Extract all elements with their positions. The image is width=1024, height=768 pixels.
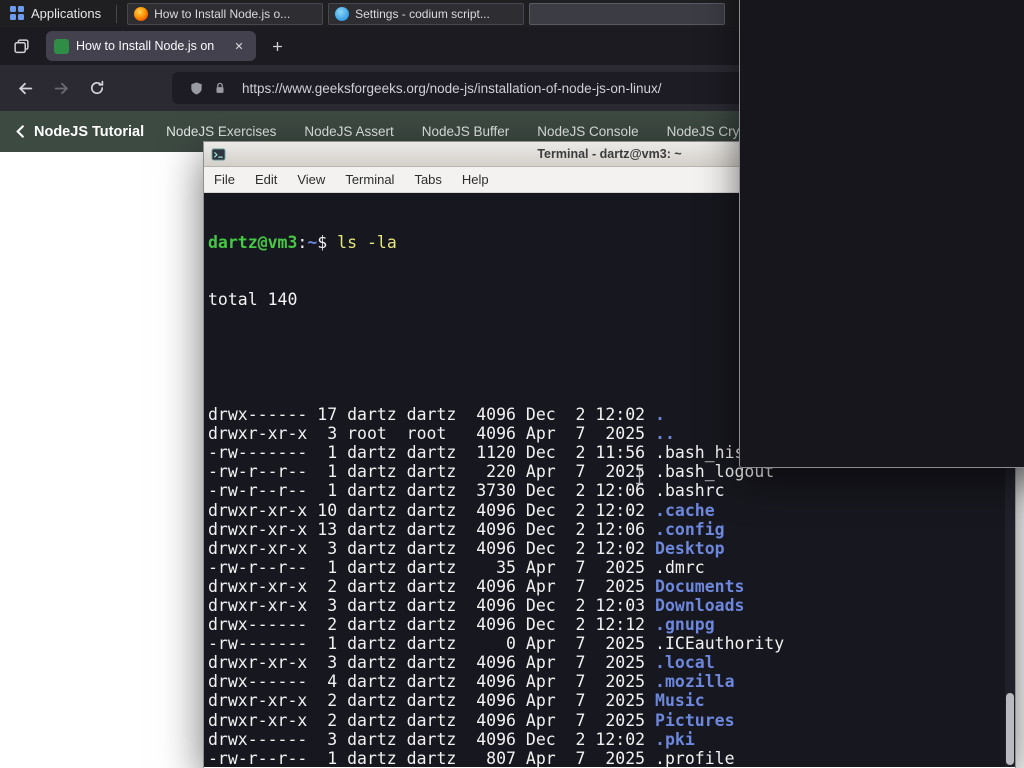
taskbar-window-button[interactable]: How to Install Node.js o...: [127, 2, 324, 25]
terminal-app-icon: [211, 147, 226, 162]
terminal-listing-row: -rw-r--r-- 1 dartz dartz 807 Apr 7 2025 …: [208, 748, 735, 767]
forward-button[interactable]: [46, 73, 76, 103]
terminal-listing-row: drwxr-xr-x 3 dartz dartz 4096 Dec 2 12:0…: [208, 538, 725, 558]
site-nav-link[interactable]: NodeJS Assert: [304, 124, 393, 139]
terminal-listing-row: drwxr-xr-x 10 dartz dartz 4096 Dec 2 12:…: [208, 500, 715, 520]
tracking-shield-icon[interactable]: [184, 76, 208, 100]
terminal-command: ls -la: [337, 233, 397, 253]
terminal-menu-item[interactable]: Tabs: [404, 172, 451, 187]
terminal-menu-item[interactable]: View: [287, 172, 335, 187]
tab-title: How to Install Node.js on: [76, 39, 215, 53]
terminal-listing-row: drwxr-xr-x 2 dartz dartz 4096 Apr 7 2025…: [208, 710, 735, 730]
terminal-listing-row: -rw-r--r-- 1 dartz dartz 35 Apr 7 2025 .…: [208, 557, 705, 577]
terminal-scrollbar-thumb[interactable]: [1006, 693, 1014, 765]
desktop-panel: Applications How to Install Node.js o...…: [0, 0, 1024, 468]
firefox-view-icon[interactable]: [6, 32, 36, 60]
terminal-listing-row: drwx------ 2 dartz dartz 4096 Dec 2 12:1…: [208, 615, 715, 635]
site-nav-link[interactable]: NodeJS Exercises: [166, 124, 276, 139]
terminal-listing-row: -rw------- 1 dartz dartz 0 Apr 7 2025 .I…: [208, 634, 785, 654]
applications-grid-icon: [10, 6, 25, 21]
terminal-menu-item[interactable]: Help: [452, 172, 499, 187]
site-nav-link[interactable]: NodeJS Console: [537, 124, 638, 139]
terminal-listing-row: drwx------ 4 dartz dartz 4096 Apr 7 2025…: [208, 672, 735, 692]
browser-tab[interactable]: How to Install Node.js on: [46, 31, 256, 61]
back-button[interactable]: [10, 73, 40, 103]
reload-button[interactable]: [82, 73, 112, 103]
terminal-menu-item[interactable]: File: [204, 172, 245, 187]
terminal-listing-row: drwxr-xr-x 13 dartz dartz 4096 Dec 2 12:…: [208, 519, 725, 539]
taskbar-window-button[interactable]: Terminal - dartz@vm3: ~: [529, 0, 1024, 468]
terminal-menu-item[interactable]: Edit: [245, 172, 287, 187]
new-tab-button[interactable]: [264, 33, 290, 59]
site-nav-links: NodeJS Exercises NodeJS Assert NodeJS Buff…: [166, 124, 838, 139]
url-text: https://www.geeksforgeeks.org/node-js/in…: [242, 80, 662, 96]
padlock-icon[interactable]: [208, 76, 232, 100]
url-bar[interactable]: https://www.geeksforgeeks.org/node-js/in…: [172, 72, 815, 104]
taskbar-window-icon: [739, 0, 1024, 468]
taskbar-window-title: How to Install Node.js o...: [154, 6, 291, 21]
terminal-listing-row: drwxr-xr-x 3 dartz dartz 4096 Apr 7 2025…: [208, 653, 715, 673]
window-taskbar: How to Install Node.js o... Settings - c…: [122, 0, 1024, 468]
taskbar-window-icon: [134, 6, 149, 21]
nav-scroll-left-icon[interactable]: [14, 124, 26, 139]
site-nav-active-item[interactable]: NodeJS Tutorial: [34, 124, 144, 140]
tab-close-icon[interactable]: [230, 37, 248, 55]
terminal-listing-row: -rw-r--r-- 1 dartz dartz 3730 Dec 2 12:0…: [208, 481, 725, 501]
applications-label: Applications: [31, 6, 102, 21]
mouse-cursor: [634, 429, 694, 523]
taskbar-window-icon: [335, 6, 350, 21]
terminal-listing-row: drwxr-xr-x 2 dartz dartz 4096 Apr 7 2025…: [208, 576, 745, 596]
terminal-listing-row: drwx------ 3 dartz dartz 4096 Dec 2 12:0…: [208, 729, 695, 749]
site-nav-link[interactable]: NodeJS Buffer: [422, 124, 510, 139]
tab-favicon: [54, 38, 69, 54]
panel-separator: [116, 4, 118, 23]
taskbar-window-title: Settings - codium script...: [355, 6, 490, 21]
terminal-listing-row: drwxr-xr-x 3 dartz dartz 4096 Dec 2 12:0…: [208, 595, 745, 615]
terminal-menu-item[interactable]: Terminal: [335, 172, 404, 187]
applications-menu-button[interactable]: Applications: [0, 0, 111, 27]
terminal-listing-row: drwxr-xr-x 2 dartz dartz 4096 Apr 7 2025…: [208, 691, 705, 711]
taskbar-window-button[interactable]: Settings - codium script...: [328, 2, 525, 25]
